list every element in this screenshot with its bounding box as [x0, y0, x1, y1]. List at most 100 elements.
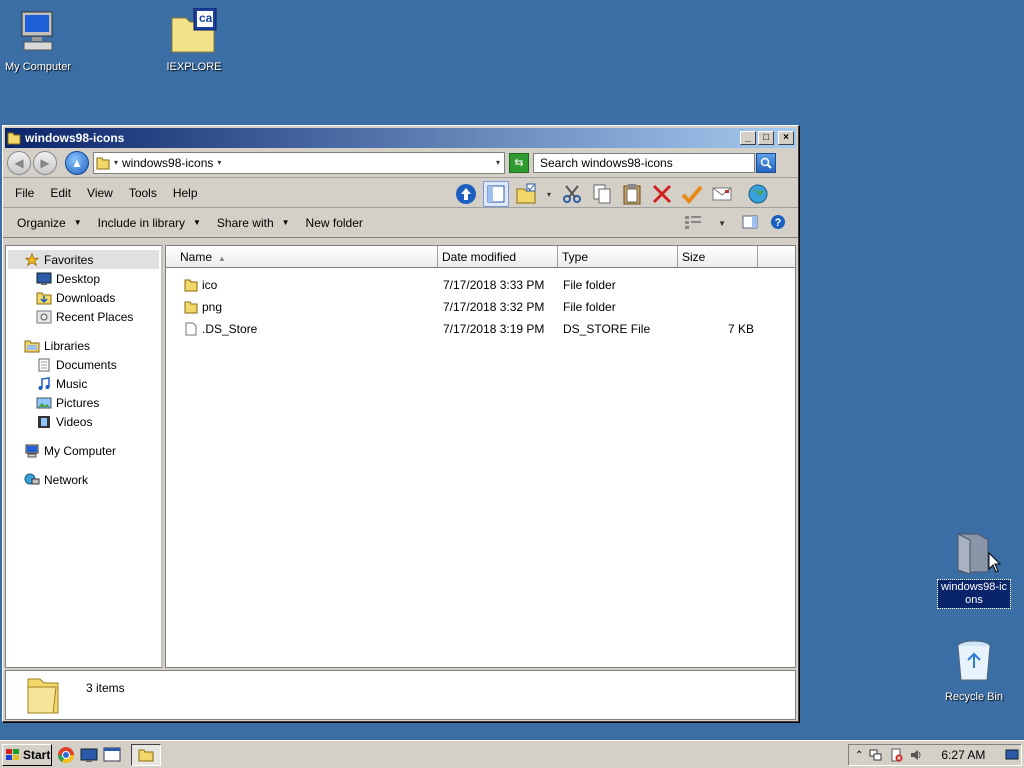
address-dropdown-button[interactable]: ▾: [492, 158, 504, 167]
help-icon[interactable]: ?: [770, 214, 786, 233]
chevron-down-icon[interactable]: ▾: [543, 190, 555, 199]
maximize-button[interactable]: □: [758, 131, 774, 145]
show-desktop-icon[interactable]: [1005, 748, 1019, 762]
start-button[interactable]: Start: [2, 743, 52, 766]
nav-desktop[interactable]: Desktop: [6, 269, 161, 288]
start-label: Start: [23, 747, 51, 762]
menu-edit[interactable]: Edit: [42, 186, 79, 200]
properties-check-icon[interactable]: [679, 181, 705, 207]
nav-label: Downloads: [56, 290, 116, 305]
breadcrumb-chevron[interactable]: ▾: [213, 158, 225, 167]
desktop-icon-windows98-icons[interactable]: windows98-icons: [932, 528, 1016, 609]
search-input[interactable]: Search windows98-icons: [533, 152, 755, 173]
new-folder-label: New folder: [305, 215, 363, 230]
file-date: 7/17/2018 3:32 PM: [443, 300, 545, 314]
nav-downloads[interactable]: Downloads: [6, 288, 161, 307]
paste-icon[interactable]: [619, 181, 645, 207]
globe-icon[interactable]: [745, 181, 771, 207]
downloads-folder-icon: [36, 292, 52, 304]
column-name-label: Name: [180, 250, 213, 264]
show-hidden-icons-icon[interactable]: ⌃: [855, 750, 863, 761]
view-options-icon[interactable]: [684, 215, 702, 232]
nav-label: Music: [56, 376, 88, 391]
search-icon[interactable]: [756, 152, 776, 173]
minimize-button[interactable]: _: [740, 131, 756, 145]
folder-icon: [138, 749, 154, 761]
file-type: File folder: [563, 300, 616, 314]
file-date: 7/17/2018 3:19 PM: [443, 322, 545, 336]
up-folder-icon[interactable]: [453, 181, 479, 207]
breadcrumb-current[interactable]: windows98-icons: [122, 156, 213, 170]
nav-favorites[interactable]: Favorites: [8, 250, 159, 269]
refresh-icon[interactable]: ⇆: [509, 152, 529, 173]
nav-documents[interactable]: Documents: [6, 355, 161, 374]
videos-icon: [38, 415, 50, 428]
back-button[interactable]: ◀: [7, 150, 31, 175]
nav-libraries[interactable]: Libraries: [6, 336, 161, 355]
cut-icon[interactable]: [559, 181, 585, 207]
recycle-bin-icon: [950, 638, 998, 686]
nav-music[interactable]: Music: [6, 374, 161, 393]
taskbar-explorer-button[interactable]: [131, 743, 161, 766]
preview-pane-toggle-icon[interactable]: [742, 215, 758, 232]
preview-pane-icon[interactable]: [483, 181, 509, 207]
computer-icon: [25, 444, 39, 457]
forward-button[interactable]: ▶: [33, 150, 57, 175]
file-list[interactable]: Name ▲ Date modified Type Size ico 7/17/2…: [165, 245, 796, 668]
chevron-down-icon[interactable]: ▼: [714, 219, 730, 228]
folder-icon: [96, 157, 110, 169]
action-center-icon[interactable]: [889, 748, 903, 762]
column-name-header[interactable]: Name ▲: [166, 246, 438, 267]
file-icon: [185, 322, 197, 336]
file-name: ico: [202, 278, 218, 292]
nav-pictures[interactable]: Pictures: [6, 393, 161, 412]
column-date-header[interactable]: Date modified: [438, 246, 558, 267]
folder-icon: [184, 301, 198, 314]
folder-icon: [184, 279, 198, 292]
organize-label: Organize: [17, 215, 66, 230]
network-status-icon[interactable]: [869, 748, 883, 762]
delete-icon[interactable]: [649, 181, 675, 207]
title-bar[interactable]: windows98-icons _ □ ×: [5, 128, 796, 148]
desktop-icon-recycle-bin[interactable]: Recycle Bin: [932, 638, 1016, 705]
close-button[interactable]: ×: [778, 131, 794, 145]
main-area: Favorites Desktop Downloads Recent Place…: [5, 245, 796, 668]
folder-options-icon[interactable]: [513, 181, 539, 207]
network-window-icon[interactable]: [103, 746, 121, 764]
file-row[interactable]: .DS_Store 7/17/2018 3:19 PM DS_STORE Fil…: [166, 318, 795, 340]
nav-videos[interactable]: Videos: [6, 412, 161, 431]
chevron-down-icon: ▼: [281, 218, 290, 227]
column-size-header[interactable]: Size: [678, 246, 758, 267]
address-bar[interactable]: ▾ windows98-icons ▾ ▾: [93, 151, 505, 174]
include-in-library-button[interactable]: Include in library ▼: [90, 216, 209, 230]
nav-label: Recent Places: [56, 309, 134, 324]
organize-button[interactable]: Organize ▼: [9, 216, 90, 230]
nav-network[interactable]: Network: [6, 470, 161, 489]
desktop-icon-my-computer[interactable]: My Computer: [0, 8, 80, 75]
copy-icon[interactable]: [589, 181, 615, 207]
column-type-header[interactable]: Type: [558, 246, 678, 267]
command-bar: Organize ▼ Include in library ▼ Share with…: [3, 208, 798, 238]
desktop-icon-iexplore[interactable]: ca IEXPLORE: [152, 7, 236, 75]
menu-file[interactable]: File: [7, 186, 42, 200]
new-folder-button[interactable]: New folder: [298, 216, 371, 230]
details-pane: 3 items: [5, 670, 796, 720]
file-row[interactable]: png 7/17/2018 3:32 PM File folder: [166, 296, 795, 318]
nav-my-computer[interactable]: My Computer: [6, 441, 161, 460]
nav-recent-places[interactable]: Recent Places: [6, 307, 161, 326]
navigation-pane[interactable]: Favorites Desktop Downloads Recent Place…: [5, 245, 163, 668]
up-button[interactable]: ▲: [65, 150, 89, 175]
file-row[interactable]: ico 7/17/2018 3:33 PM File folder: [166, 274, 795, 296]
volume-icon[interactable]: [909, 748, 923, 762]
show-desktop-icon[interactable]: [80, 746, 98, 764]
clock[interactable]: 6:27 AM: [941, 748, 985, 762]
menu-tools[interactable]: Tools: [121, 186, 165, 200]
star-icon: [24, 252, 40, 266]
email-icon[interactable]: [709, 181, 735, 207]
menu-view[interactable]: View: [79, 186, 121, 200]
breadcrumb-separator[interactable]: ▾: [110, 158, 122, 167]
share-with-button[interactable]: Share with ▼: [209, 216, 298, 230]
toolbar-icons: ▾: [453, 181, 771, 207]
chrome-icon[interactable]: [57, 746, 75, 764]
menu-help[interactable]: Help: [165, 186, 206, 200]
